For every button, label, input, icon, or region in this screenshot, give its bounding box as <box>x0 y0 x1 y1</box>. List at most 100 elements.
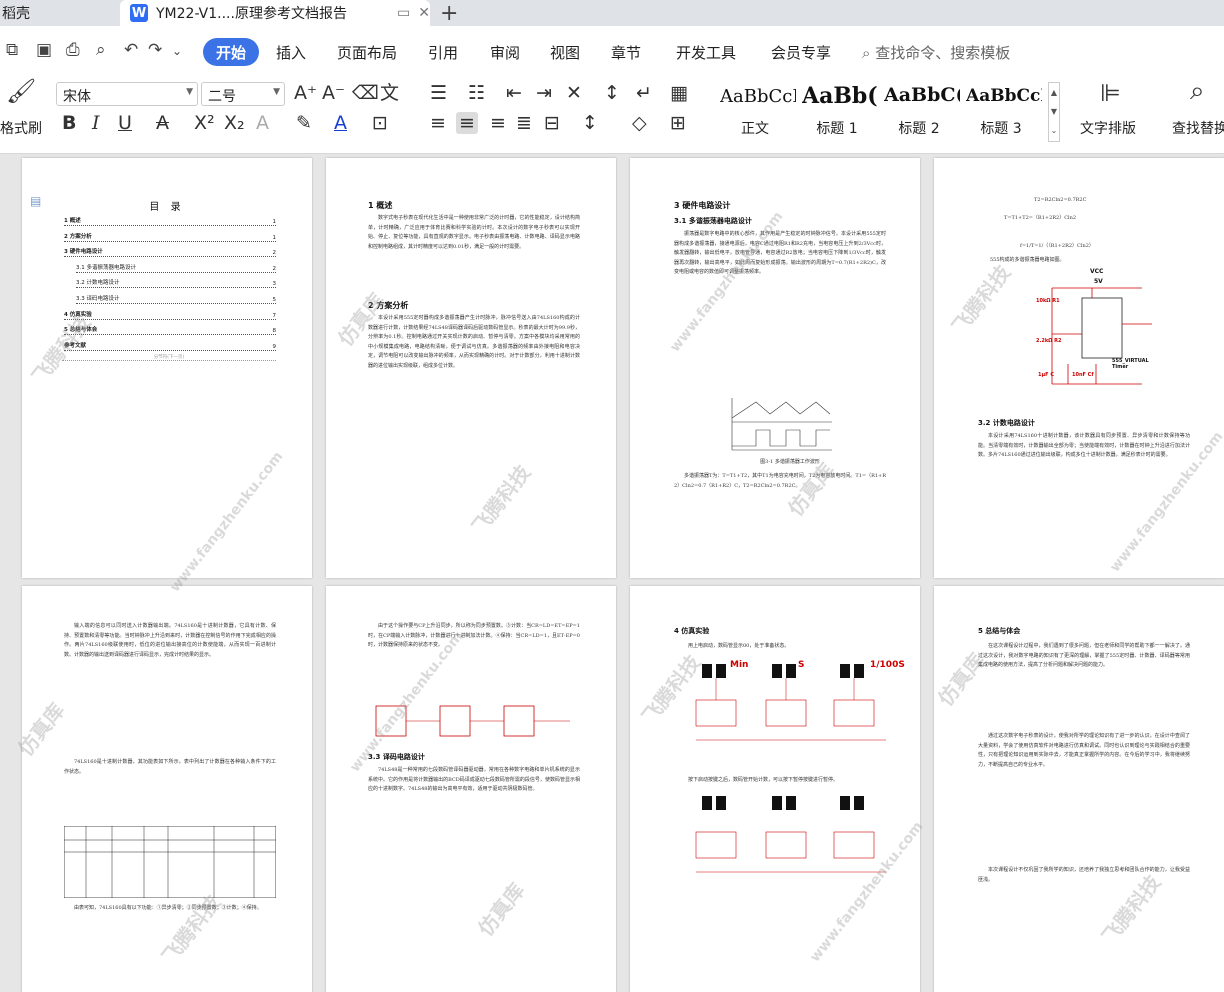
toc-entry[interactable]: 3.2 计数电路设计 3 <box>76 276 276 289</box>
tab-document[interactable]: W YM22-V1....原理参考文档报告 ▭ ✕ <box>120 0 430 26</box>
font-grow-icon[interactable]: A⁺ <box>294 82 317 104</box>
page-5[interactable]: 输入端的信息可以同时送入计数器输出端。74LS160是十进制计数器，它具有计数、… <box>22 586 312 992</box>
page-8[interactable]: 5 总结与体会 在这次课程设计过程中，我们遇到了很多问题，但在老师和同学的帮助下… <box>934 586 1224 992</box>
new-tab-button[interactable]: + <box>440 1 458 26</box>
highlight-icon[interactable]: ✎ <box>296 112 312 134</box>
style-heading-2[interactable]: AaBbC( 标题 2 <box>878 80 960 146</box>
tab-docer[interactable]: 稻壳 <box>0 0 120 26</box>
new-doc-icon[interactable]: ⧉ <box>6 40 18 60</box>
borders-icon[interactable]: ⊞ <box>670 112 686 134</box>
sort-icon[interactable]: ↕ <box>604 82 620 104</box>
menu-view[interactable]: 视图 <box>550 42 580 63</box>
eraser-icon[interactable]: ⌫ <box>352 82 379 104</box>
menu-review[interactable]: 审阅 <box>490 42 520 63</box>
format-painter-button[interactable]: 格式刷 <box>0 118 42 138</box>
font-shrink-icon[interactable]: A⁻ <box>322 82 345 104</box>
menu-page-layout[interactable]: 页面布局 <box>337 42 397 63</box>
menu-chapter[interactable]: 章节 <box>611 42 641 63</box>
align-left-icon[interactable]: ≡ <box>430 112 446 134</box>
style-heading-3[interactable]: AaBbCcI 标题 3 <box>960 80 1042 146</box>
indent-icon[interactable]: ⇥ <box>536 82 552 104</box>
menu-insert[interactable]: 插入 <box>276 42 306 63</box>
command-search[interactable]: ⌕ 查找命令、搜索模板 <box>862 42 1010 63</box>
page-1[interactable]: ▤ 目 录 分节符(下一页) 1 概述 1 2 方案分析 1 3 硬件电路设计 2 3.1 … <box>22 158 312 578</box>
paragraph-summary-1: 在这次课程设计过程中，我们遇到了很多问题，但在老师和同学的帮助下都一一解决了。通… <box>978 643 1190 669</box>
shading-icon[interactable]: ◇ <box>632 112 647 134</box>
paragraph-counter: 本设计采用74LS160十进制计数器，该计数器具有同步预置、异步清零和计数保持等… <box>978 433 1190 459</box>
counter-schematic <box>375 705 570 737</box>
menu-references[interactable]: 引用 <box>428 42 458 63</box>
vcc-voltage-label: 5V <box>1094 278 1103 285</box>
style-gallery: AaBbCcI 正文 AaBb( 标题 1 AaBbC( 标题 2 AaBbCc… <box>714 80 1048 146</box>
font-size-select[interactable]: 二号 ▼ <box>201 82 285 106</box>
function-table <box>64 826 276 898</box>
phonetic-guide-icon[interactable]: 文 <box>380 82 399 104</box>
distribute-icon[interactable]: ⊟ <box>544 112 560 134</box>
text-effect-icon[interactable]: A <box>256 112 269 134</box>
chevron-down-icon[interactable]: ⌄ <box>172 44 182 58</box>
italic-icon[interactable]: I <box>92 112 100 134</box>
page-2[interactable]: 1 概述 数字式电子秒表在现代化生活中是一种使用非常广泛的计时器，它的性能稳定，… <box>326 158 616 578</box>
page-4[interactable]: T2=R2Cln2=0.7R2C T=T1+T2=（R1+2R2）Cln2 f=… <box>934 158 1224 578</box>
menu-developer[interactable]: 开发工具 <box>676 42 736 63</box>
line-spacing-icon[interactable]: ↕ <box>582 112 598 134</box>
justify-icon[interactable]: ≣ <box>516 112 532 134</box>
text-layout-button[interactable]: 文字排版 <box>1080 118 1136 138</box>
print-preview-icon[interactable]: ⌕ <box>96 40 106 60</box>
find-icon[interactable]: ⌕ <box>1190 78 1205 104</box>
writer-doc-icon: W <box>130 4 148 22</box>
superscript-icon[interactable]: X² <box>194 112 215 134</box>
paragraph-decoder: 74LS48是一种常用的七段数码管译码器驱动器，常用在各种数字电路和单片机系统的… <box>368 767 580 793</box>
font-color-icon[interactable]: A <box>334 112 347 134</box>
save-icon[interactable]: ▣ <box>36 40 52 60</box>
outdent-icon[interactable]: ⇤ <box>506 82 522 104</box>
paintbrush-icon[interactable]: 🖌 <box>6 79 36 103</box>
style-normal[interactable]: AaBbCcI 正文 <box>714 80 796 146</box>
text-layout-icon[interactable]: ⊫ <box>1100 81 1121 105</box>
toc-entry-page: 5 <box>272 297 277 303</box>
document-workspace[interactable]: ▤ 目 录 分节符(下一页) 1 概述 1 2 方案分析 1 3 硬件电路设计 2 3.1 … <box>0 154 1224 992</box>
page-7[interactable]: 4 仿真实验 用上电启动，数码管显示00，处于准备状态。 Min S 1/100… <box>630 586 920 992</box>
numbered-list-icon[interactable]: ☷ <box>468 82 485 104</box>
toc-entry[interactable]: 3.1 多谐振荡器电路设计 2 <box>76 261 276 273</box>
page-3[interactable]: 3 硬件电路设计 3.1 多谐振荡器电路设计 振荡器是数字电路中的核心部件，其作… <box>630 158 920 578</box>
toc-entry[interactable]: 3 硬件电路设计 2 <box>64 245 277 258</box>
redo-icon[interactable]: ↷ <box>148 40 162 60</box>
toc-entry[interactable]: 3.3 译码电路设计 5 <box>76 292 276 304</box>
close-icon[interactable]: ✕ <box>418 5 430 21</box>
subscript-icon[interactable]: X₂ <box>224 112 245 134</box>
undo-icon[interactable]: ↶ <box>124 40 138 60</box>
align-center-icon[interactable]: ≡ <box>456 112 478 134</box>
chinese-layout-icon[interactable]: ✕ <box>566 82 582 104</box>
print-icon[interactable]: ⎙ <box>66 40 80 60</box>
heading-decoder: 3.3 译码电路设计 <box>368 753 425 761</box>
bullet-list-icon[interactable]: ☰ <box>430 82 447 104</box>
bold-icon[interactable]: B <box>62 112 76 134</box>
toc-entry[interactable]: 2 方案分析 1 <box>64 230 276 242</box>
toc-entry-page: 2 <box>272 250 277 257</box>
heading-oscillator: 3.1 多谐振荡器电路设计 <box>674 217 752 225</box>
style-heading-3-name: 标题 3 <box>980 121 1022 137</box>
strikethrough-icon[interactable]: A <box>156 112 169 134</box>
underline-icon[interactable]: U <box>118 112 132 134</box>
toc-entry[interactable]: 参考文献 9 <box>64 339 276 351</box>
toc-entry[interactable]: 5 总结与体会 8 <box>64 323 276 336</box>
toc-entry-title: 3.1 多谐振荡器电路设计 <box>76 264 136 271</box>
simulation-schematic-2 <box>695 796 886 873</box>
table-icon[interactable]: ▦ <box>670 82 688 104</box>
font-name-select[interactable]: 宋体 ▼ <box>56 82 198 106</box>
page-6[interactable]: 由于这个操作要与CP上升沿同步，所以称为同步预置数。③计数：当CR=LD=ET=… <box>326 586 616 992</box>
monitor-icon[interactable]: ▭ <box>397 5 410 21</box>
toc-entry[interactable]: 1 概述 1 <box>64 214 276 226</box>
vcc-label: VCC <box>1090 268 1104 275</box>
find-replace-button[interactable]: 查找替换 <box>1172 118 1224 138</box>
show-marks-icon[interactable]: ↵ <box>636 82 652 104</box>
search-icon: ⌕ <box>862 44 871 62</box>
menu-member[interactable]: 会员专享 <box>771 42 831 63</box>
menu-home[interactable]: 开始 <box>203 38 259 66</box>
char-border-icon[interactable]: ⊡ <box>372 112 388 134</box>
toc-entry[interactable]: 4 仿真实验 7 <box>64 308 276 320</box>
style-heading-1[interactable]: AaBb( 标题 1 <box>796 80 878 146</box>
style-gallery-scroll[interactable]: ▲ ▼ ⌄ <box>1048 82 1060 142</box>
align-right-icon[interactable]: ≡ <box>490 112 506 134</box>
